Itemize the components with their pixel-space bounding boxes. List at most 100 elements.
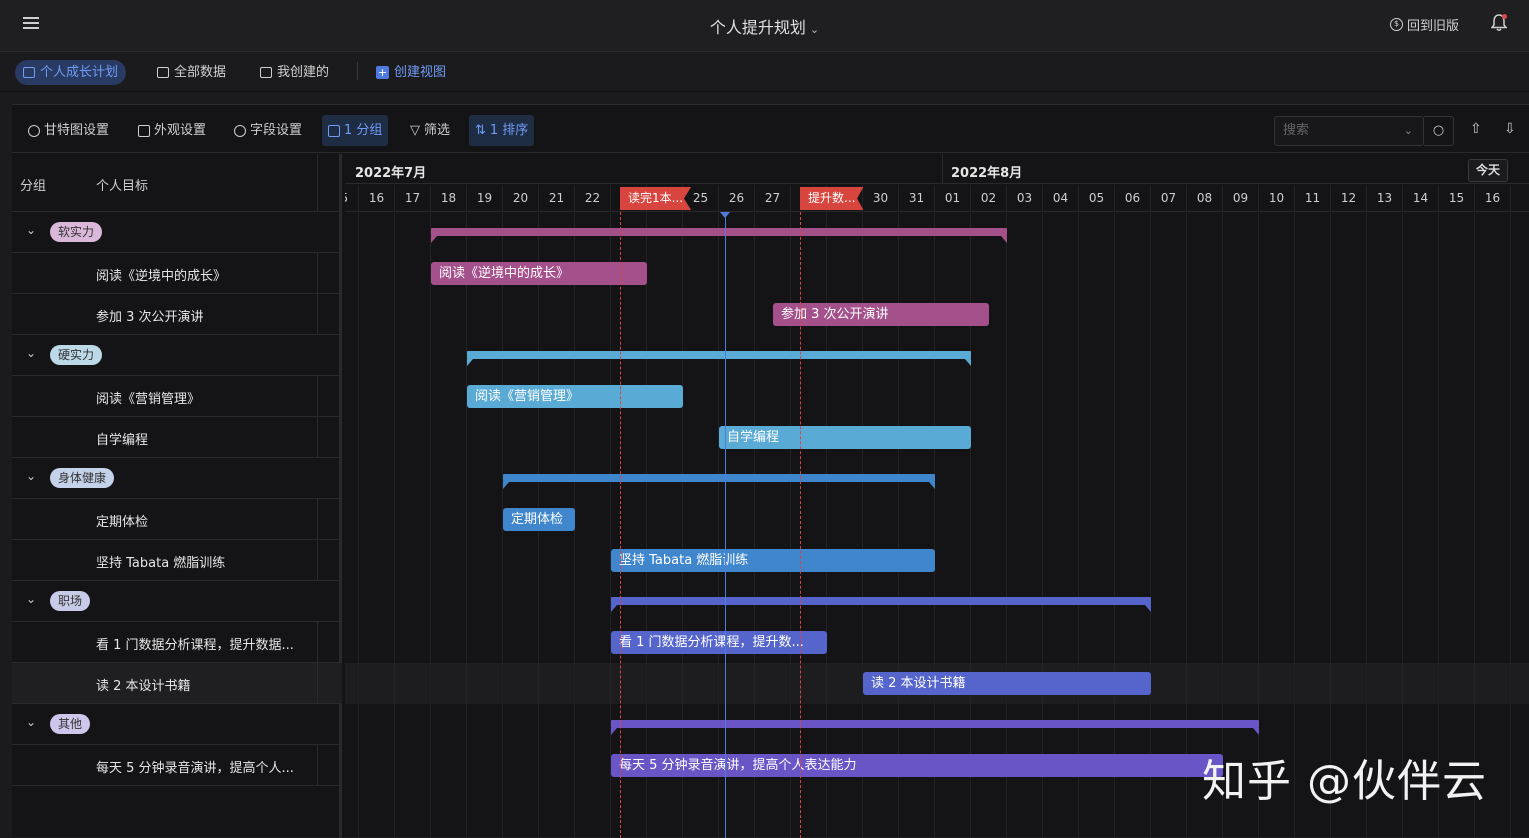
- group-summary-bar[interactable]: [611, 597, 1151, 612]
- chevron-down-icon[interactable]: ⌄: [26, 346, 38, 360]
- view-tab-label: 我创建的: [277, 65, 330, 80]
- gear-icon: [28, 124, 40, 137]
- group-row[interactable]: ⌄ 硬实力: [12, 335, 342, 376]
- gantt-settings-button[interactable]: 甘特图设置: [22, 115, 115, 146]
- download-icon[interactable]: ⇩: [1504, 121, 1516, 137]
- day-label: 22: [575, 185, 611, 212]
- today-marker-icon: [720, 212, 730, 218]
- day-label: 06: [1115, 185, 1151, 212]
- task-row[interactable]: 定期体检: [12, 499, 342, 540]
- day-label: 12: [1331, 185, 1367, 212]
- table-icon: [260, 67, 272, 78]
- milestone-line: [800, 212, 801, 838]
- notification-bell-icon[interactable]: [1490, 14, 1508, 32]
- task-bar[interactable]: 每天 5 分钟录音演讲，提高个人表达能力: [611, 754, 1223, 777]
- filter-label: 筛选: [424, 123, 451, 138]
- switch-icon: $: [1389, 18, 1403, 31]
- day-label: 15: [345, 185, 359, 212]
- field-settings-button[interactable]: 字段设置: [228, 115, 308, 146]
- gantt-panel: 甘特图设置 外观设置 字段设置 1 分组 ▽ 筛选 ⇅ 1 排序 搜索 ⌄ ○ …: [12, 104, 1529, 838]
- milestone-line: [620, 212, 621, 838]
- task-row[interactable]: 每天 5 分钟录音演讲，提高个人...: [12, 745, 342, 786]
- task-row[interactable]: 读 2 本设计书籍: [12, 663, 342, 704]
- chevron-down-icon[interactable]: ⌄: [26, 592, 38, 606]
- group-label: 1 分组: [344, 123, 383, 138]
- group-summary-bar[interactable]: [467, 351, 971, 366]
- group-row[interactable]: ⌄ 软实力: [12, 212, 342, 253]
- view-tab-all-data[interactable]: 全部数据: [149, 60, 234, 85]
- shirt-icon: [138, 124, 150, 137]
- day-label: 15: [1439, 185, 1475, 212]
- day-label: 14: [1403, 185, 1439, 212]
- divider: [357, 62, 358, 80]
- app-title[interactable]: 个人提升规划 ⌄: [0, 14, 1529, 38]
- day-label: 05: [1079, 185, 1115, 212]
- appearance-label: 外观设置: [154, 123, 207, 138]
- task-bar[interactable]: 读 2 本设计书籍: [863, 672, 1151, 695]
- task-row[interactable]: 阅读《营销管理》: [12, 376, 342, 417]
- task-row[interactable]: 参加 3 次公开演讲: [12, 294, 342, 335]
- sort-button[interactable]: ⇅ 1 排序: [469, 115, 535, 146]
- day-label: 04: [1043, 185, 1079, 212]
- chevron-down-icon[interactable]: ⌄: [26, 223, 38, 237]
- day-label: 19: [467, 185, 503, 212]
- chevron-down-icon[interactable]: ⌄: [26, 715, 38, 729]
- app-title-text: 个人提升规划: [709, 18, 806, 37]
- view-tab-created-by-me[interactable]: 我创建的: [252, 60, 337, 85]
- task-bar[interactable]: 参加 3 次公开演讲: [773, 303, 989, 326]
- group-button[interactable]: 1 分组: [322, 115, 389, 146]
- task-row[interactable]: 看 1 门数据分析课程，提升数据...: [12, 622, 342, 663]
- create-view-label: 创建视图: [394, 65, 447, 80]
- group-row[interactable]: ⌄ 身体健康: [12, 458, 342, 499]
- chevron-down-icon[interactable]: ⌄: [26, 469, 38, 483]
- group-row[interactable]: ⌄ 其他: [12, 704, 342, 745]
- milestone-marker[interactable]: 提升数...: [800, 187, 864, 210]
- task-bar[interactable]: 阅读《营销管理》: [467, 385, 683, 408]
- task-bar[interactable]: 阅读《逆境中的成长》: [431, 262, 647, 285]
- day-label: 31: [899, 185, 935, 212]
- group-tag: 硬实力: [50, 345, 103, 365]
- column-header-goal[interactable]: 个人目标: [96, 175, 148, 194]
- gear-icon: [234, 124, 246, 137]
- appearance-settings-button[interactable]: 外观设置: [132, 115, 212, 146]
- search-input[interactable]: 搜索 ⌄: [1274, 116, 1424, 146]
- fields-label: 字段设置: [250, 123, 303, 138]
- plus-icon: +: [376, 66, 389, 79]
- day-label: 16: [359, 185, 395, 212]
- gantt-timeline: 2022年7月 2022年8月 今天 151617181920212223242…: [345, 154, 1529, 838]
- task-bar[interactable]: 定期体检: [503, 508, 575, 531]
- day-label: 09: [1223, 185, 1259, 212]
- column-header-group[interactable]: 分组: [20, 175, 46, 194]
- group-icon: [328, 124, 340, 137]
- day-label: 13: [1367, 185, 1403, 212]
- chevron-down-icon[interactable]: ⌄: [1404, 117, 1413, 145]
- task-bar[interactable]: 看 1 门数据分析课程，提升数...: [611, 631, 827, 654]
- task-row[interactable]: 阅读《逆境中的成长》: [12, 253, 342, 294]
- notification-dot: [1502, 14, 1507, 19]
- search-icon[interactable]: ○: [1424, 116, 1454, 146]
- group-summary-bar[interactable]: [431, 228, 1007, 243]
- record-list: 分组 个人目标 ⌄ 软实力 阅读《逆境中的成长》 参加 3 次公开演讲 ⌄ 硬实力阅读《营…: [12, 154, 342, 838]
- milestone-marker[interactable]: 读完1本...: [620, 187, 692, 210]
- upload-icon[interactable]: ⇧: [1470, 121, 1482, 137]
- group-summary-bar[interactable]: [503, 474, 935, 489]
- task-row[interactable]: 自学编程: [12, 417, 342, 458]
- filter-icon: ▽: [410, 123, 420, 138]
- task-bar[interactable]: 坚持 Tabata 燃脂训练: [611, 549, 935, 572]
- month-label: 2022年8月: [951, 166, 1023, 181]
- group-row[interactable]: ⌄ 职场: [12, 581, 342, 622]
- day-label: 20: [503, 185, 539, 212]
- day-label: 18: [431, 185, 467, 212]
- back-to-old-version-button[interactable]: $ 回到旧版: [1389, 15, 1459, 34]
- view-tab-personal-growth[interactable]: 个人成长计划: [15, 60, 127, 85]
- task-name: 读 2 本设计书籍: [96, 679, 191, 694]
- today-line: [725, 212, 726, 838]
- filter-button[interactable]: ▽ 筛选: [404, 115, 456, 146]
- today-button[interactable]: 今天: [1468, 159, 1509, 182]
- chevron-down-icon: ⌄: [809, 23, 820, 36]
- create-view-button[interactable]: + 创建视图: [368, 60, 454, 85]
- task-row[interactable]: 坚持 Tabata 燃脂训练: [12, 540, 342, 581]
- sort-icon: ⇅: [475, 123, 486, 138]
- group-summary-bar[interactable]: [611, 720, 1259, 735]
- task-bar[interactable]: 自学编程: [719, 426, 971, 449]
